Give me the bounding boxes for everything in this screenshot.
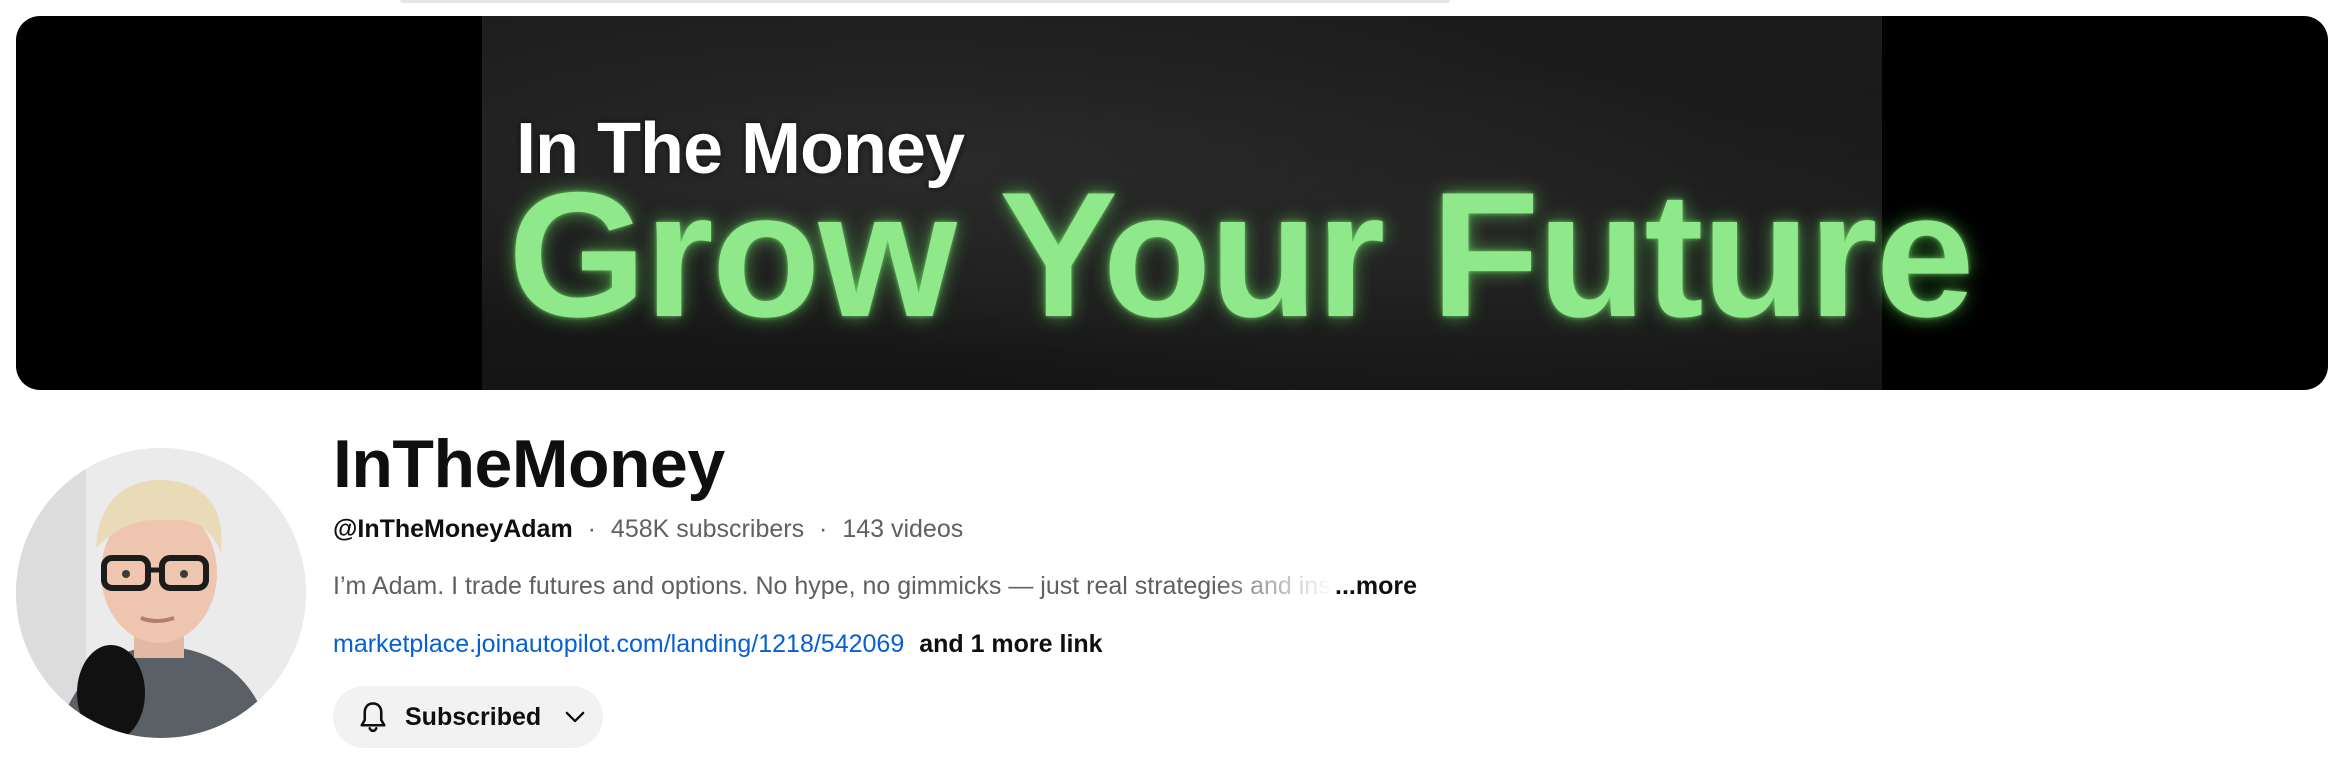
channel-handle: @InTheMoneyAdam [333,515,573,543]
channel-avatar[interactable] [16,448,306,738]
channel-meta: @InTheMoneyAdam · 458K subscribers · 143… [333,515,963,544]
subscribed-button[interactable]: Subscribed [333,686,603,748]
subscribed-label: Subscribed [405,702,542,731]
avatar-portrait [16,448,306,738]
channel-name: InTheMoney [333,426,725,502]
banner-headline-big: Grow Your Future [508,155,1975,354]
bell-icon [355,697,391,737]
search-bar-edge [400,0,1450,3]
meta-separator: · [819,515,828,543]
description-more-link[interactable]: ...more [1335,572,1417,601]
external-link[interactable]: marketplace.joinautopilot.com/landing/12… [333,630,904,658]
description-text: I’m Adam. I trade futures and options. N… [333,572,1331,600]
channel-links: marketplace.joinautopilot.com/landing/12… [333,630,1103,659]
video-count: 143 videos [842,515,964,543]
more-links-button[interactable]: and 1 more link [919,630,1102,658]
channel-banner: In The Money Grow Your Future [16,16,2328,390]
meta-separator: · [587,515,596,543]
channel-description[interactable]: I’m Adam. I trade futures and options. N… [333,572,1417,601]
subscriber-count: 458K subscribers [610,515,805,543]
chevron-down-icon [561,703,589,731]
